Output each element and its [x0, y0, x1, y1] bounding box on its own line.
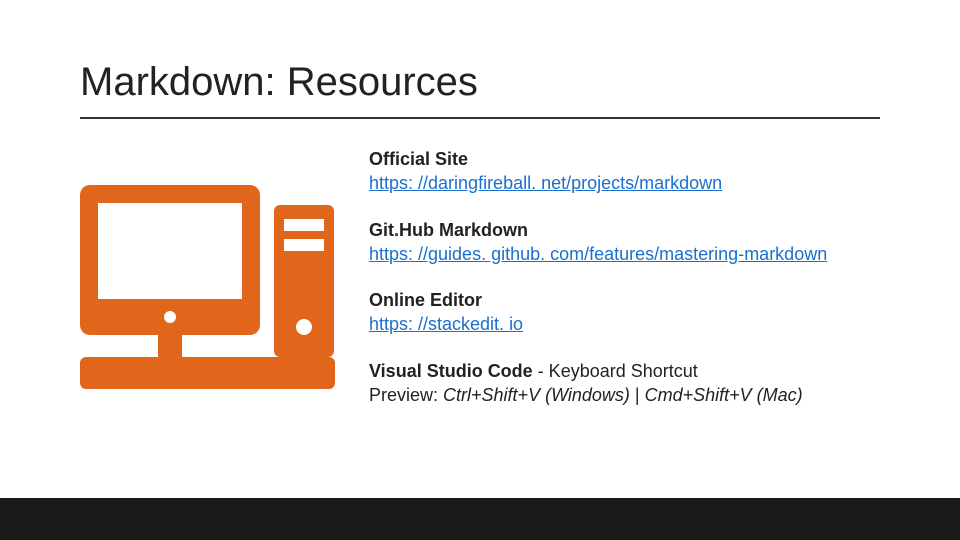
resource-link-github[interactable]: https: //guides. github. com/features/ma…	[369, 244, 827, 264]
resource-label: Git.Hub Markdown	[369, 218, 880, 242]
vscode-preview-prefix: Preview:	[369, 385, 443, 405]
vscode-label: Visual Studio Code	[369, 361, 533, 381]
resource-link-official[interactable]: https: //daringfireball. net/projects/ma…	[369, 173, 722, 193]
resource-editor: Online Editor https: //stackedit. io	[369, 288, 880, 337]
resource-label: Online Editor	[369, 288, 880, 312]
bottom-bar	[0, 498, 960, 540]
content-row: Official Site https: //daringfireball. n…	[80, 147, 880, 429]
resource-list: Official Site https: //daringfireball. n…	[369, 147, 880, 429]
resource-vscode: Visual Studio Code - Keyboard Shortcut P…	[369, 359, 880, 408]
vscode-sub: - Keyboard Shortcut	[533, 361, 698, 381]
vscode-shortcut-win: Ctrl+Shift+V (Windows)	[443, 385, 630, 405]
vscode-shortcut-mac: Cmd+Shift+V (Mac)	[645, 385, 803, 405]
computer-icon	[80, 185, 335, 400]
vscode-shortcut-sep: |	[630, 385, 645, 405]
vscode-title-line: Visual Studio Code - Keyboard Shortcut	[369, 359, 880, 383]
slide: Markdown: Resources	[0, 0, 960, 540]
vscode-shortcut-line: Preview: Ctrl+Shift+V (Windows) | Cmd+Sh…	[369, 383, 880, 407]
resource-link-editor[interactable]: https: //stackedit. io	[369, 314, 523, 334]
resource-label: Official Site	[369, 147, 880, 171]
resource-official: Official Site https: //daringfireball. n…	[369, 147, 880, 196]
resource-github: Git.Hub Markdown https: //guides. github…	[369, 218, 880, 267]
page-title: Markdown: Resources	[80, 60, 880, 119]
